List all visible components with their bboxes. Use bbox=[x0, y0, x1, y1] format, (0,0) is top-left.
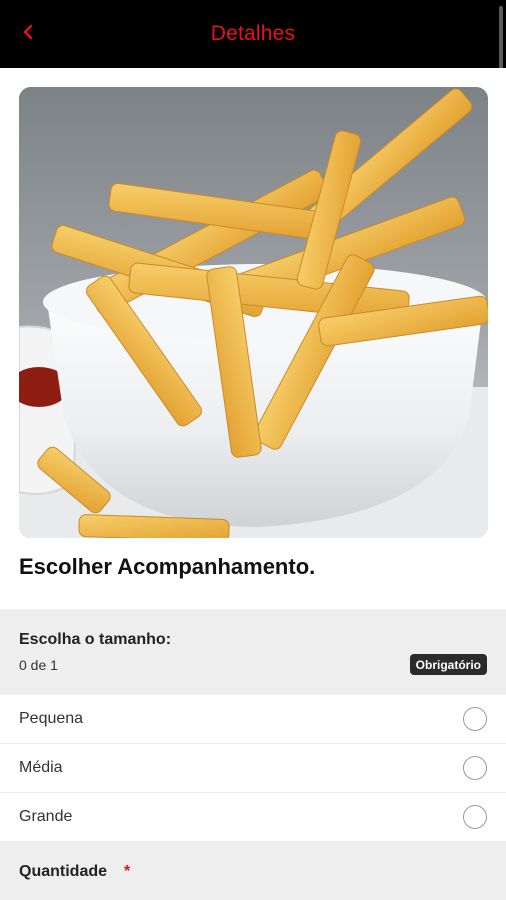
option-grande[interactable]: Grande bbox=[0, 793, 506, 842]
size-group-label: Escolha o tamanho: bbox=[19, 631, 172, 648]
size-options-list: Pequena Média Grande bbox=[0, 695, 506, 842]
radio-button[interactable] bbox=[463, 707, 487, 731]
quantity-label: Quantidade bbox=[19, 863, 108, 880]
required-marker: * bbox=[124, 863, 131, 880]
app-bar: Detalhes bbox=[0, 0, 506, 68]
product-image bbox=[19, 87, 488, 538]
option-pequena[interactable]: Pequena bbox=[0, 695, 506, 744]
required-badge: Obrigatório bbox=[409, 654, 487, 675]
chevron-left-icon bbox=[21, 23, 35, 46]
option-label: Média bbox=[19, 759, 63, 776]
radio-button[interactable] bbox=[463, 805, 487, 829]
option-label: Pequena bbox=[19, 710, 84, 727]
selection-count: 0 de 1 bbox=[19, 657, 58, 673]
quantity-header: Quantidade * bbox=[0, 842, 506, 900]
product-title: Escolher Acompanhamento. bbox=[19, 554, 316, 579]
page-title: Detalhes bbox=[210, 22, 296, 45]
back-button[interactable] bbox=[8, 14, 48, 54]
radio-button[interactable] bbox=[463, 756, 487, 780]
size-group-header: Escolha o tamanho: 0 de 1 Obrigatório bbox=[0, 609, 506, 695]
option-label: Grande bbox=[19, 808, 73, 825]
option-media[interactable]: Média bbox=[0, 744, 506, 793]
